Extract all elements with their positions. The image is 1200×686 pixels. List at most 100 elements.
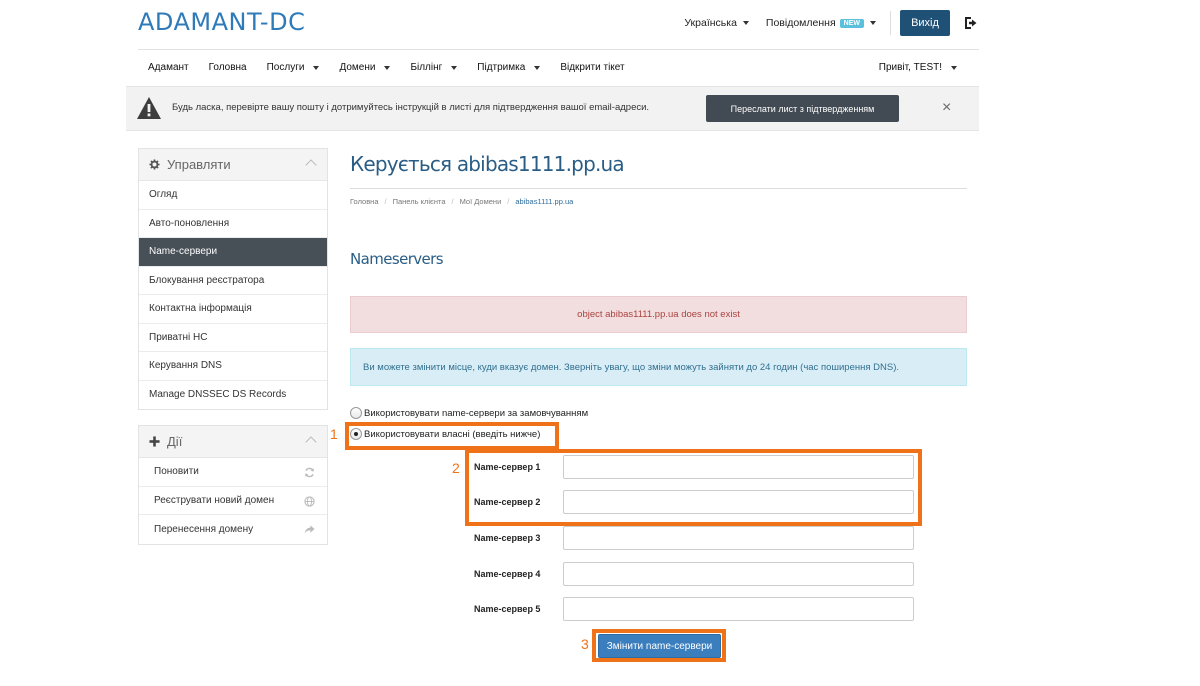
nav-item-label: Підтримка <box>477 62 526 73</box>
info-alert: Ви можете змінити місце, куди вказує дом… <box>350 348 967 386</box>
notifications-menu[interactable]: Повідомлення NEW <box>766 17 876 29</box>
manage-panel: Управляти Огляд Авто-поновлення Name-сер… <box>138 148 328 410</box>
sidebar-action-renew[interactable]: Поновити <box>139 458 327 487</box>
sidebar-item-label: Контактна інформація <box>149 303 252 315</box>
top-right-bar: Українська Повідомлення NEW Вихід <box>684 10 979 36</box>
radio-label: Використовувати name-сервери за замовчув… <box>364 407 589 419</box>
breadcrumb-my-domains[interactable]: Мої Домени <box>460 197 502 206</box>
resend-verification-button[interactable]: Переслати лист з підтвердженням <box>706 95 899 122</box>
breadcrumb-client-area[interactable]: Панель клієнта <box>393 197 446 206</box>
chevron-up-icon[interactable] <box>305 159 317 171</box>
sidebar-item-registrar-lock[interactable]: Блокування реєстратора <box>139 267 327 295</box>
sidebar-item-label: Реєструвати новий домен <box>154 494 275 506</box>
nav-item-billing[interactable]: Біллінг <box>400 62 467 73</box>
ns3-input[interactable] <box>563 526 914 550</box>
user-menu[interactable]: Привіт, TEST! <box>869 62 979 73</box>
verification-message: Будь ласка, перевірте вашу пошту і дотри… <box>172 102 650 113</box>
share-arrow-icon <box>304 525 315 534</box>
ns5-input[interactable] <box>563 597 914 621</box>
warning-icon <box>137 97 161 119</box>
breadcrumb-current: abibas1111.pp.ua <box>515 197 574 206</box>
sidebar-item-label: Name-сервери <box>149 246 218 258</box>
nav-item-label: Біллінг <box>410 62 443 73</box>
sidebar-item-label: Авто-поновлення <box>149 217 230 229</box>
annotation-box-3 <box>592 629 726 662</box>
page-title: Керується abibas1111.pp.ua <box>350 152 625 176</box>
panel-title: Дії <box>167 434 183 449</box>
annotation-number-3: 3 <box>581 636 589 652</box>
nav-item-label: Послуги <box>266 62 305 73</box>
chevron-down-icon <box>742 21 749 25</box>
sidebar-item-label: Блокування реєстратора <box>149 274 265 286</box>
sidebar-item-private-ns[interactable]: Приватні НС <box>139 324 327 352</box>
notifications-label: Повідомлення <box>765 17 836 29</box>
globe-icon <box>304 495 315 507</box>
breadcrumb-separator: / <box>451 197 454 206</box>
sidebar-action-transfer-domain[interactable]: Перенесення домену <box>139 515 327 544</box>
breadcrumb-separator: / <box>384 197 387 206</box>
nav-item-label: Відкрити тікет <box>560 62 625 73</box>
sidebar-item-nameservers[interactable]: Name-сервери <box>139 238 327 267</box>
chevron-down-icon <box>313 65 320 70</box>
nav-item-home[interactable]: Головна <box>199 62 257 73</box>
user-greeting: Привіт, TEST! <box>878 62 942 73</box>
error-alert: object abibas1111.pp.ua does not exist <box>350 296 967 333</box>
nav-item-label: Адамант <box>148 62 189 73</box>
divider <box>890 11 891 35</box>
new-badge: NEW <box>839 18 864 28</box>
nav-item-label: Головна <box>208 62 247 73</box>
nav-item-label: Домени <box>339 62 376 73</box>
nav-item-services[interactable]: Послуги <box>257 62 330 73</box>
chevron-down-icon <box>451 65 458 70</box>
sidebar-item-contact-info[interactable]: Контактна інформація <box>139 295 327 324</box>
sidebar-item-overview[interactable]: Огляд <box>139 181 327 210</box>
gear-icon <box>149 159 160 170</box>
panel-title: Управляти <box>167 157 231 172</box>
actions-panel-header[interactable]: Дії <box>139 426 327 458</box>
logout-button[interactable]: Вихід <box>900 10 950 36</box>
close-icon[interactable]: × <box>942 99 951 117</box>
sidebar-item-label: Перенесення домену <box>154 523 254 535</box>
sidebar-item-label: Керування DNS <box>149 360 222 372</box>
sidebar-action-register-domain[interactable]: Реєструвати новий домен <box>139 487 327 515</box>
language-label: Українська <box>684 17 737 29</box>
section-title: Nameservers <box>350 250 444 268</box>
language-selector[interactable]: Українська <box>684 17 749 29</box>
brand-logo[interactable]: ADAMANT-DC <box>138 8 305 36</box>
sidebar-item-label: Поновити <box>154 466 199 478</box>
title-divider <box>350 188 967 189</box>
sign-out-icon[interactable] <box>963 15 979 31</box>
annotation-number-1: 1 <box>330 426 338 442</box>
sidebar-item-auto-renew[interactable]: Авто-поновлення <box>139 210 327 238</box>
email-verification-bar: Будь ласка, перевірте вашу пошту і дотри… <box>126 86 979 131</box>
annotation-number-2: 2 <box>452 460 460 476</box>
nav-item-support[interactable]: Підтримка <box>467 62 550 73</box>
sidebar-item-dns-management[interactable]: Керування DNS <box>139 352 327 381</box>
ns4-label: Name-сервер 4 <box>474 569 541 579</box>
radio-button[interactable] <box>350 407 362 419</box>
sidebar-item-label: Огляд <box>149 189 178 201</box>
plus-icon <box>149 436 160 447</box>
nav-item-open-ticket[interactable]: Відкрити тікет <box>550 62 634 73</box>
nav-item-adamant[interactable]: Адамант <box>138 62 199 73</box>
ns4-input[interactable] <box>563 562 914 586</box>
ns3-label: Name-сервер 3 <box>474 533 541 543</box>
main-nav: Адамант Головна Послуги Домени Біллінг П… <box>138 50 979 85</box>
chevron-down-icon <box>384 65 391 70</box>
sidebar-item-label: Приватні НС <box>149 331 208 343</box>
ns5-label: Name-сервер 5 <box>474 604 541 614</box>
breadcrumb: Головна / Панель клієнта / Мої Домени / … <box>350 197 573 206</box>
main-content: Керується abibas1111.pp.ua <box>350 150 968 176</box>
manage-panel-header[interactable]: Управляти <box>139 149 327 181</box>
actions-panel: Дії Поновити Реєструвати новий домен Пер… <box>138 425 328 545</box>
sidebar-item-label: Manage DNSSEC DS Records <box>149 389 287 401</box>
chevron-up-icon[interactable] <box>305 436 317 448</box>
annotation-box-2 <box>465 449 922 526</box>
nav-item-domains[interactable]: Домени <box>329 62 400 73</box>
sidebar-item-dnssec[interactable]: Manage DNSSEC DS Records <box>139 381 327 410</box>
breadcrumb-home[interactable]: Головна <box>350 197 379 206</box>
chevron-down-icon <box>534 65 541 70</box>
radio-default-nameservers[interactable]: Використовувати name-сервери за замовчув… <box>350 407 588 419</box>
refresh-icon <box>305 467 314 478</box>
breadcrumb-separator: / <box>507 197 510 206</box>
